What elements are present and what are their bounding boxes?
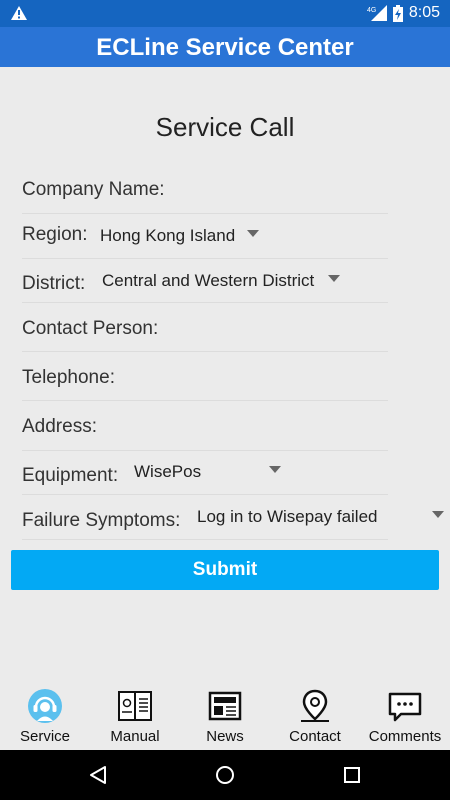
- comment-bubble-icon: [388, 692, 422, 722]
- signal-icon: 4G: [367, 5, 387, 21]
- failure-symptoms-label: Failure Symptoms:: [22, 510, 181, 531]
- manual-book-icon: [118, 691, 152, 721]
- address-field[interactable]: Address:: [22, 400, 388, 451]
- region-label: Region:: [22, 224, 88, 245]
- bottom-tab-bar: Service Manual News Contact Comments: [0, 684, 450, 748]
- failure-symptoms-select[interactable]: Failure Symptoms: Log in to Wisepay fail…: [22, 494, 444, 540]
- page-title: Service Call: [155, 112, 295, 142]
- tab-service-label: Service: [19, 728, 71, 745]
- submit-button[interactable]: Submit: [11, 550, 439, 590]
- tab-comments-label: Comments: [368, 728, 442, 745]
- contact-person-label: Contact Person:: [22, 318, 159, 339]
- contact-person-field[interactable]: Contact Person:: [22, 302, 388, 352]
- district-label: District:: [22, 273, 86, 294]
- region-select[interactable]: Region: Hong Kong Island: [22, 213, 388, 259]
- chevron-down-icon: [247, 230, 259, 237]
- newspaper-icon: [208, 691, 242, 721]
- system-navigation-bar: [0, 750, 450, 800]
- chevron-down-icon: [432, 511, 444, 518]
- telephone-label: Telephone:: [22, 367, 115, 388]
- equipment-label: Equipment:: [22, 465, 119, 486]
- tab-news[interactable]: News: [180, 684, 270, 748]
- tab-comments[interactable]: Comments: [360, 684, 450, 748]
- location-pin-icon: [301, 689, 329, 722]
- failure-symptoms-value: Log in to Wisepay failed: [197, 507, 378, 526]
- tab-manual-label: Manual: [110, 728, 160, 745]
- company-name-label: Company Name:: [22, 179, 165, 200]
- clock: 8:05: [408, 4, 440, 21]
- status-bar: 4G 8:05: [0, 0, 450, 27]
- tab-service[interactable]: Service: [0, 684, 90, 748]
- company-name-field[interactable]: Company Name:: [22, 168, 388, 214]
- chevron-down-icon: [328, 275, 340, 282]
- district-select[interactable]: District: Central and Western District: [22, 258, 388, 303]
- recent-apps-icon[interactable]: [342, 765, 362, 785]
- warning-icon: [11, 6, 27, 20]
- back-icon[interactable]: [88, 765, 108, 785]
- tab-contact-label: Contact: [289, 728, 341, 745]
- home-icon[interactable]: [215, 765, 235, 785]
- battery-icon: [392, 4, 403, 22]
- tab-contact[interactable]: Contact: [270, 684, 360, 748]
- app-title: ECLine Service Center: [0, 27, 450, 67]
- headset-icon: [28, 689, 62, 723]
- equipment-value: WisePos: [134, 462, 202, 481]
- equipment-select[interactable]: Equipment: WisePos: [22, 450, 388, 495]
- chevron-down-icon: [269, 466, 281, 473]
- district-value: Central and Western District: [102, 271, 315, 290]
- region-value: Hong Kong Island: [100, 226, 236, 245]
- tab-manual[interactable]: Manual: [90, 684, 180, 748]
- tab-news-label: News: [206, 728, 244, 745]
- address-label: Address:: [22, 416, 97, 437]
- telephone-field[interactable]: Telephone:: [22, 351, 388, 401]
- svg-text:4G: 4G: [367, 7, 376, 14]
